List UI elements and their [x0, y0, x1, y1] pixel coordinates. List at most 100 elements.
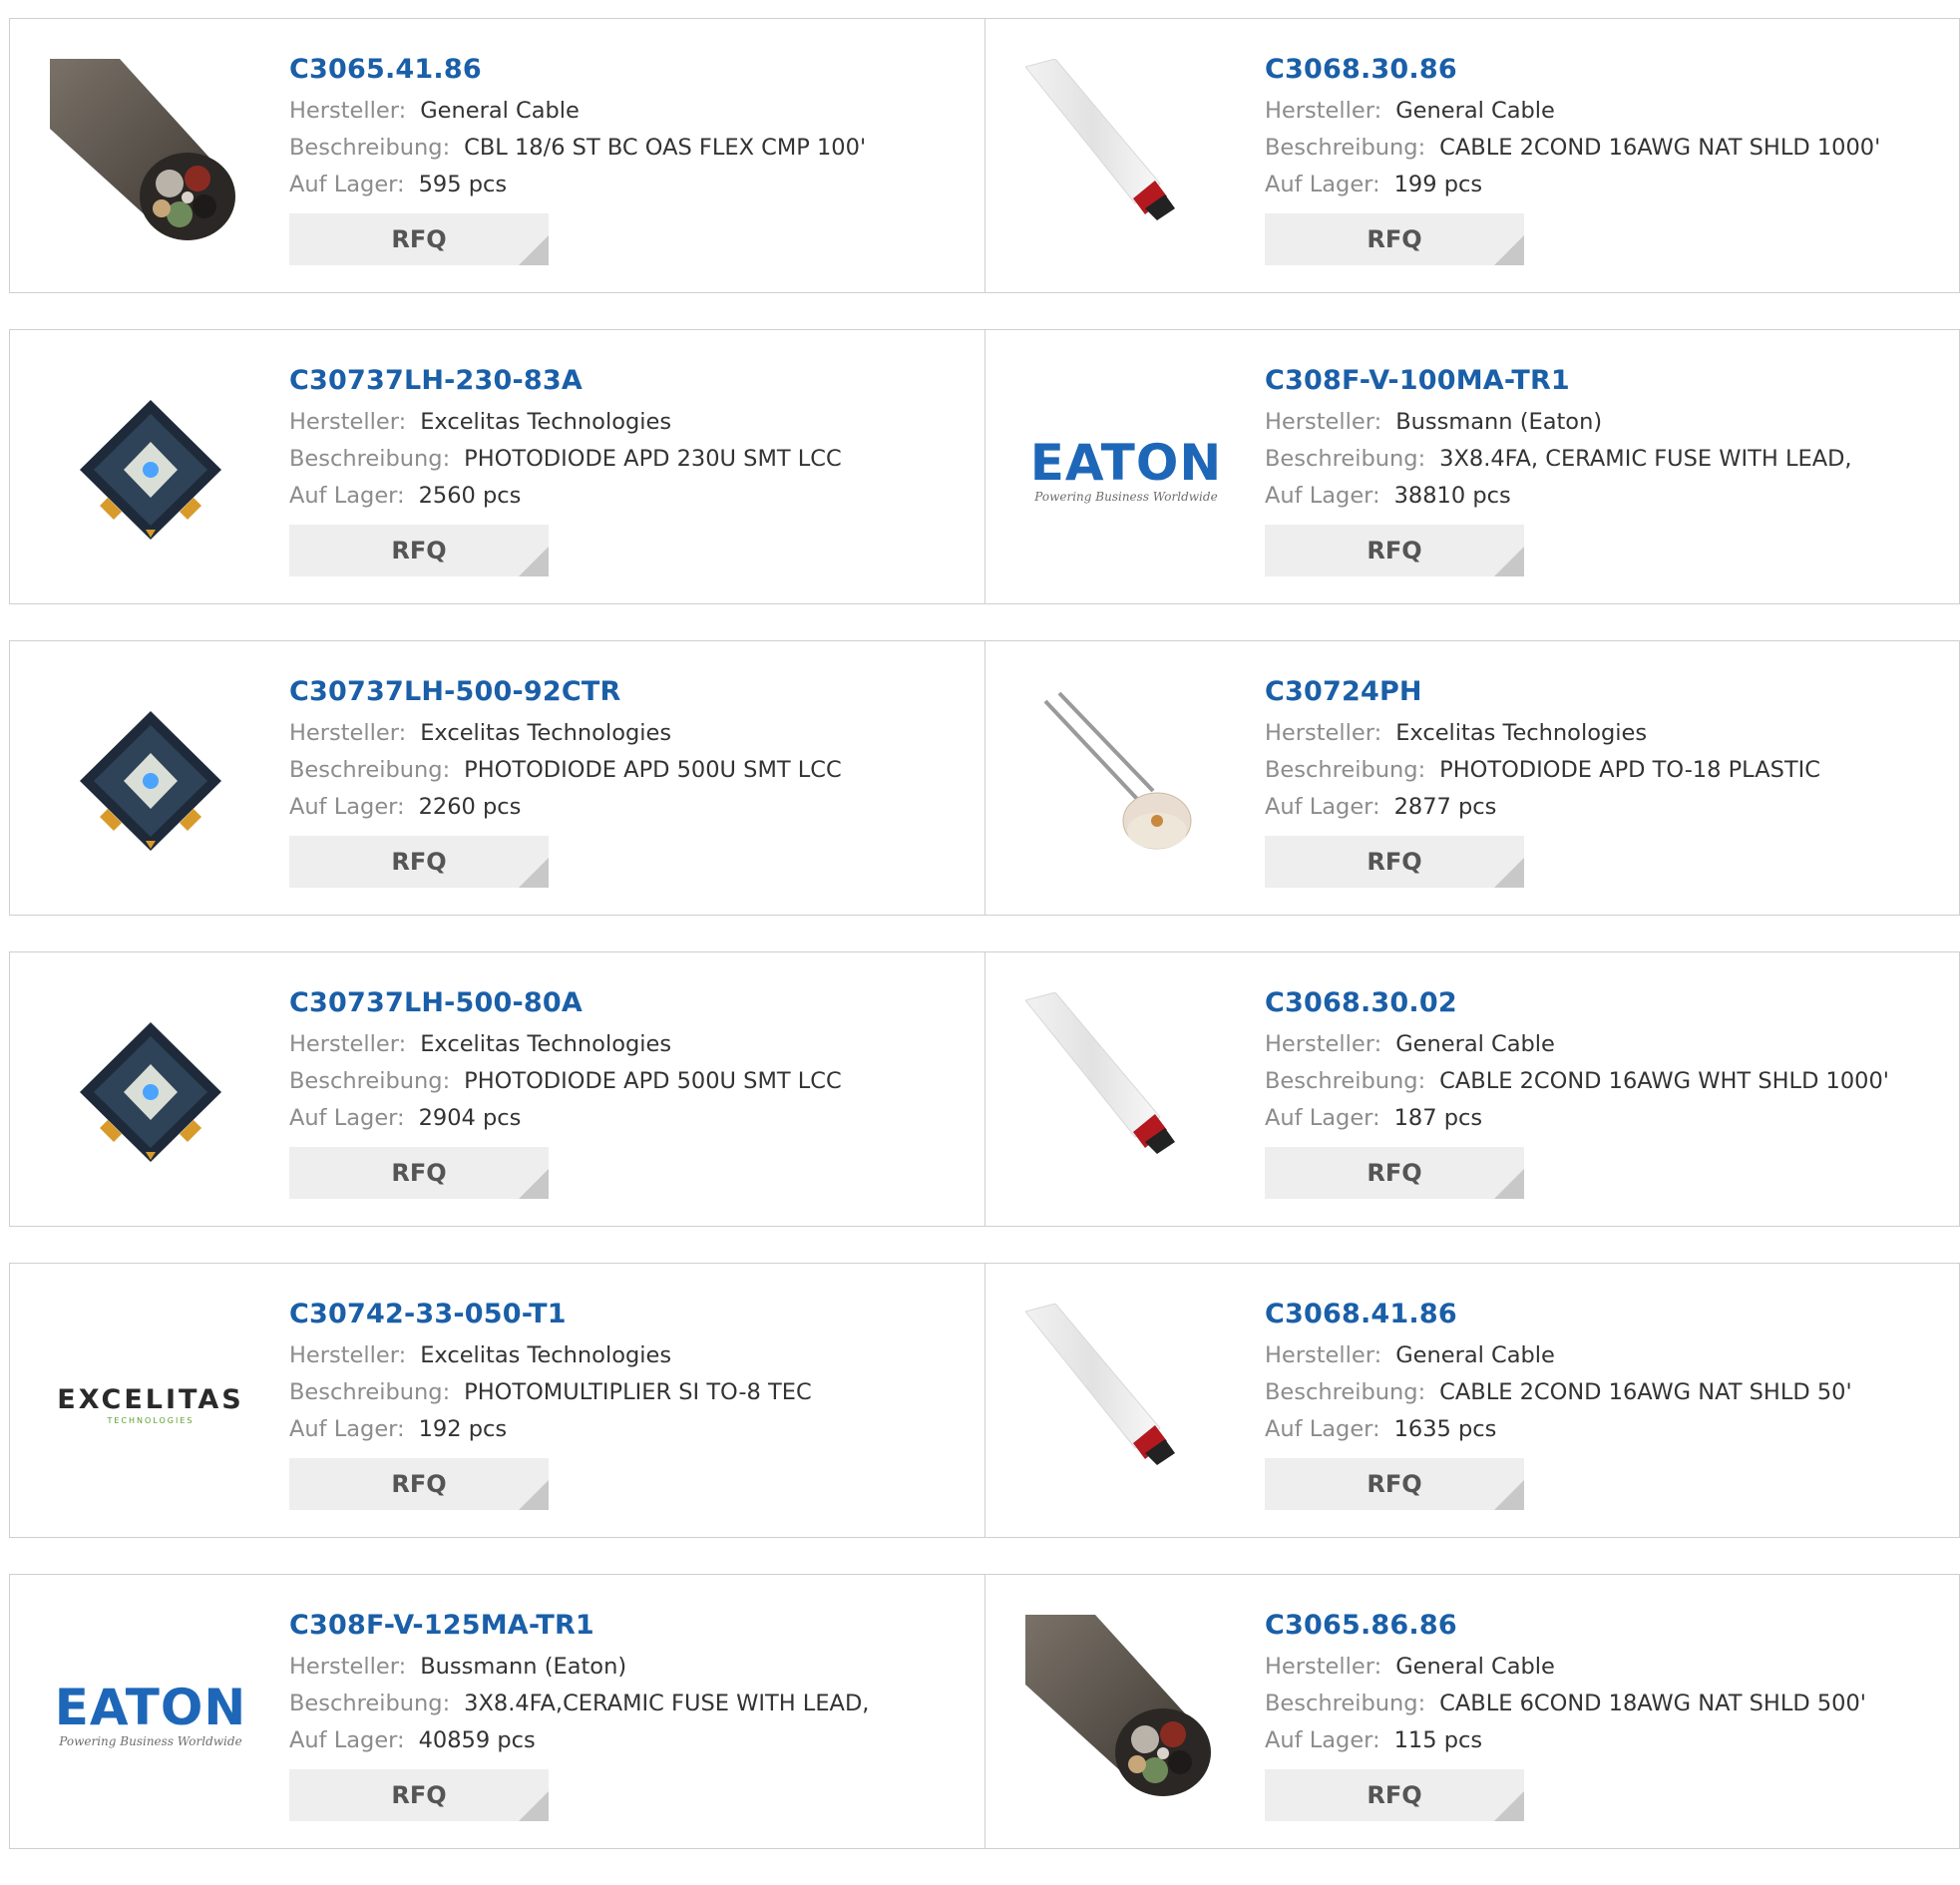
product-image[interactable]: [50, 59, 251, 260]
manufacturer-label: Hersteller:: [1265, 1031, 1382, 1057]
part-number-link[interactable]: C3065.86.86: [1265, 1603, 1949, 1649]
part-number-link[interactable]: C3068.30.86: [1265, 47, 1949, 93]
rfq-button[interactable]: RFQ: [1265, 213, 1524, 265]
stock-line: Auf Lager: 2260 pcs: [289, 789, 975, 826]
rfq-label: RFQ: [1367, 537, 1422, 565]
product-image[interactable]: EATON Powering Business Worldwide: [50, 1615, 251, 1816]
product-image[interactable]: [50, 992, 251, 1194]
corner-fold-icon: [519, 1169, 549, 1199]
manufacturer-value: General Cable: [420, 98, 580, 124]
manufacturer-label: Hersteller:: [1265, 409, 1382, 435]
description-label: Beschreibung:: [1265, 1379, 1426, 1405]
part-number-link[interactable]: C308F-V-100MA-TR1: [1265, 358, 1949, 404]
stock-value: 199 pcs: [1393, 172, 1483, 197]
rfq-label: RFQ: [1367, 1159, 1422, 1187]
part-number-link[interactable]: C30724PH: [1265, 669, 1949, 715]
description-value: CABLE 2COND 16AWG NAT SHLD 1000': [1439, 135, 1881, 161]
description-line: Beschreibung: CABLE 2COND 16AWG NAT SHLD …: [1265, 1374, 1949, 1411]
stock-line: Auf Lager: 192 pcs: [289, 1411, 975, 1448]
rfq-button[interactable]: RFQ: [289, 525, 549, 576]
stock-value: 2260 pcs: [418, 794, 522, 820]
manufacturer-line: Hersteller: General Cable: [1265, 1337, 1949, 1374]
stock-label: Auf Lager:: [289, 1105, 405, 1131]
product-image[interactable]: [1025, 1304, 1227, 1505]
product-image[interactable]: [1025, 1615, 1227, 1816]
product-image[interactable]: [50, 370, 251, 571]
part-number-link[interactable]: C30737LH-500-92CTR: [289, 669, 975, 715]
product-row: C3065.41.86 Hersteller: General Cable Bes…: [9, 18, 1960, 293]
rfq-label: RFQ: [391, 1470, 447, 1498]
manufacturer-line: Hersteller: General Cable: [1265, 1649, 1949, 1686]
part-number-link[interactable]: C3068.41.86: [1265, 1292, 1949, 1337]
rfq-button[interactable]: RFQ: [289, 213, 549, 265]
manufacturer-label: Hersteller:: [289, 409, 407, 435]
product-image[interactable]: EATON Powering Business Worldwide: [1025, 370, 1227, 571]
rfq-button[interactable]: RFQ: [289, 1458, 549, 1510]
stock-label: Auf Lager:: [289, 1727, 405, 1753]
part-number-link[interactable]: C30742-33-050-T1: [289, 1292, 975, 1337]
rfq-button[interactable]: RFQ: [1265, 836, 1524, 888]
description-label: Beschreibung:: [1265, 1068, 1426, 1094]
description-line: Beschreibung: 3X8.4FA, CERAMIC FUSE WITH …: [1265, 441, 1949, 478]
manufacturer-value: Excelitas Technologies: [420, 409, 672, 435]
corner-fold-icon: [1494, 1480, 1524, 1510]
eaton-logo: EATON Powering Business Worldwide: [54, 1679, 247, 1748]
corner-fold-icon: [519, 235, 549, 265]
product-image[interactable]: [1025, 992, 1227, 1194]
rfq-label: RFQ: [1367, 1470, 1422, 1498]
part-number-link[interactable]: C3068.30.02: [1265, 980, 1949, 1026]
rfq-button[interactable]: RFQ: [289, 1147, 549, 1199]
part-number-link[interactable]: C30737LH-230-83A: [289, 358, 975, 404]
product-info: C3065.86.86 Hersteller: General Cable Bes…: [1265, 1603, 1949, 1821]
manufacturer-value: General Cable: [1395, 1031, 1555, 1057]
rfq-button[interactable]: RFQ: [1265, 1769, 1524, 1821]
description-value: CABLE 2COND 16AWG WHT SHLD 1000': [1439, 1068, 1889, 1094]
product-info: C3068.30.02 Hersteller: General Cable Bes…: [1265, 980, 1949, 1199]
rfq-button[interactable]: RFQ: [1265, 1458, 1524, 1510]
description-label: Beschreibung:: [289, 1068, 451, 1094]
description-value: PHOTODIODE APD 230U SMT LCC: [464, 446, 842, 472]
product-image[interactable]: EXCELITAS TECHNOLOGIES: [50, 1304, 251, 1505]
rfq-button[interactable]: RFQ: [1265, 1147, 1524, 1199]
product-image[interactable]: [1025, 681, 1227, 883]
rfq-button[interactable]: RFQ: [289, 836, 549, 888]
product-row: C30737LH-500-80A Hersteller: Excelitas Te…: [9, 951, 1960, 1227]
part-number-link[interactable]: C30737LH-500-80A: [289, 980, 975, 1026]
rfq-label: RFQ: [1367, 848, 1422, 876]
part-number-link[interactable]: C3065.41.86: [289, 47, 975, 93]
rfq-button[interactable]: RFQ: [289, 1769, 549, 1821]
description-value: PHOTODIODE APD 500U SMT LCC: [464, 1068, 842, 1094]
product-image[interactable]: [1025, 59, 1227, 260]
product-card: EATON Powering Business Worldwide C308F-…: [984, 330, 1959, 603]
description-value: CABLE 2COND 16AWG NAT SHLD 50': [1439, 1379, 1852, 1405]
rfq-button[interactable]: RFQ: [1265, 525, 1524, 576]
stock-label: Auf Lager:: [1265, 172, 1380, 197]
stock-line: Auf Lager: 595 pcs: [289, 167, 975, 203]
product-row: C30737LH-230-83A Hersteller: Excelitas Te…: [9, 329, 1960, 604]
product-card: EXCELITAS TECHNOLOGIES C30742-33-050-T1 …: [10, 1264, 984, 1537]
stock-line: Auf Lager: 2877 pcs: [1265, 789, 1949, 826]
stock-label: Auf Lager:: [1265, 1416, 1380, 1442]
description-label: Beschreibung:: [1265, 446, 1426, 472]
manufacturer-label: Hersteller:: [289, 1654, 407, 1680]
description-label: Beschreibung:: [1265, 757, 1426, 783]
stock-line: Auf Lager: 115 pcs: [1265, 1722, 1949, 1759]
manufacturer-label: Hersteller:: [1265, 720, 1382, 746]
manufacturer-line: Hersteller: Bussmann (Eaton): [289, 1649, 975, 1686]
manufacturer-line: Hersteller: General Cable: [1265, 1026, 1949, 1063]
stock-value: 1635 pcs: [1393, 1416, 1497, 1442]
manufacturer-line: Hersteller: Bussmann (Eaton): [1265, 404, 1949, 441]
stock-label: Auf Lager:: [289, 172, 405, 197]
part-number-link[interactable]: C308F-V-125MA-TR1: [289, 1603, 975, 1649]
manufacturer-line: Hersteller: General Cable: [289, 93, 975, 130]
product-info: C3068.41.86 Hersteller: General Cable Bes…: [1265, 1292, 1949, 1510]
product-card: C3068.41.86 Hersteller: General Cable Bes…: [984, 1264, 1959, 1537]
description-value: PHOTOMULTIPLIER SI TO-8 TEC: [464, 1379, 812, 1405]
manufacturer-label: Hersteller:: [1265, 1654, 1382, 1680]
description-line: Beschreibung: PHOTODIODE APD TO-18 PLASTI…: [1265, 752, 1949, 789]
description-line: Beschreibung: PHOTODIODE APD 500U SMT LCC: [289, 752, 975, 789]
corner-fold-icon: [1494, 235, 1524, 265]
product-image[interactable]: [50, 681, 251, 883]
description-line: Beschreibung: 3X8.4FA,CERAMIC FUSE WITH L…: [289, 1686, 975, 1722]
product-card: C30724PH Hersteller: Excelitas Technologi…: [984, 641, 1959, 915]
